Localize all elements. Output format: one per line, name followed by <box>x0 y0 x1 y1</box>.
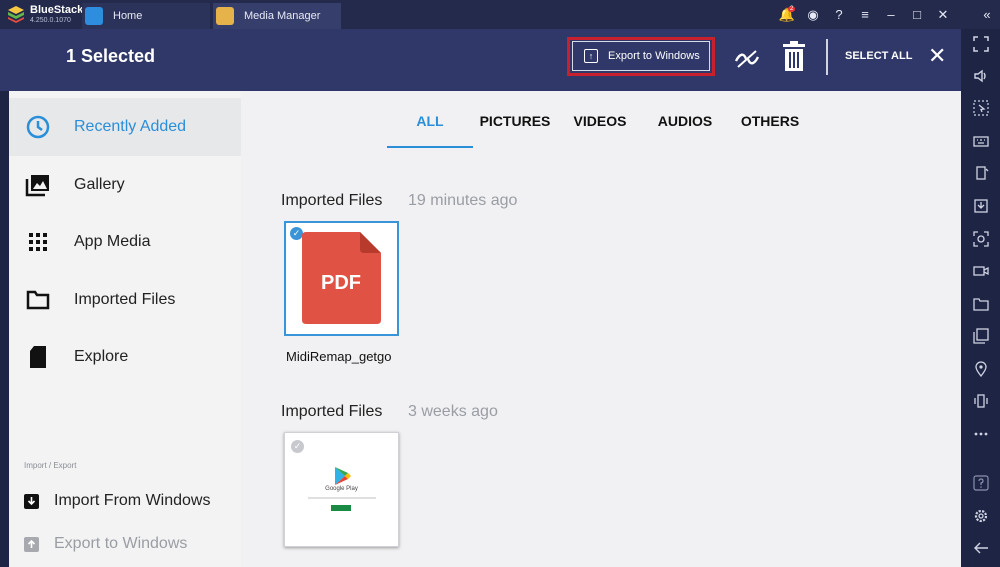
file-thumbnail-pdf[interactable]: ✓ PDF <box>284 221 399 336</box>
fullscreen-icon[interactable] <box>971 34 991 54</box>
install-apk-icon[interactable] <box>971 196 991 216</box>
pdf-file-icon: PDF <box>302 232 381 324</box>
menu-icon[interactable]: ≡ <box>852 0 878 29</box>
help-icon[interactable] <box>971 473 991 493</box>
sidebar-item-label: Recently Added <box>74 118 187 135</box>
collapse-sidebar-icon[interactable]: « <box>974 0 1000 29</box>
google-play-icon <box>335 467 351 485</box>
cursor-icon[interactable] <box>971 98 991 118</box>
file-name: MidiRemap_getgo <box>286 349 392 364</box>
tab-videos[interactable]: VIDEOS <box>567 110 633 148</box>
home-icon <box>85 7 103 25</box>
folder-icon[interactable] <box>971 294 991 314</box>
folder-icon <box>216 7 234 25</box>
right-toolbar <box>961 29 1000 567</box>
file-thumbnail-image[interactable]: ✓ Google Play <box>284 432 399 547</box>
sidebar-item-app-media[interactable]: App Media <box>9 213 241 271</box>
tab-media-manager-label: Media Manager <box>244 10 321 22</box>
tab-home-label: Home <box>113 10 143 22</box>
export-button-label: Export to Windows <box>608 50 700 62</box>
sidebar-item-explore[interactable]: Explore <box>9 328 241 386</box>
notification-badge: 2 <box>788 6 796 12</box>
main-content: ALL PICTURES VIDEOS AUDIOS OTHERS Import… <box>241 91 961 567</box>
folder-icon <box>26 290 50 310</box>
bluestacks-logo <box>8 6 24 23</box>
title-bar: BlueStacks 4.250.0.1070 Home Media Manag… <box>0 0 1000 29</box>
tab-media-manager[interactable]: Media Manager <box>213 3 341 29</box>
pdf-type-label: PDF <box>321 272 361 294</box>
app-version: 4.250.0.1070 <box>30 17 71 24</box>
export-to-windows-button[interactable]: ↑ Export to Windows <box>572 41 710 71</box>
maximize-icon[interactable]: □ <box>904 0 930 29</box>
section-time: 3 weeks ago <box>408 403 498 420</box>
tab-audios[interactable]: AUDIOS <box>652 110 718 148</box>
grid-icon <box>29 233 47 251</box>
gallery-icon <box>25 175 49 197</box>
back-icon[interactable] <box>971 538 991 558</box>
settings-icon[interactable] <box>971 506 991 526</box>
app-name: BlueStacks <box>30 4 90 16</box>
close-icon[interactable]: ✕ <box>930 0 956 29</box>
window-controls: 🔔 2 ◉ ? ≡ – □ ✕ « <box>774 0 1000 29</box>
rotate-icon[interactable] <box>971 163 991 183</box>
export-icon <box>24 536 39 552</box>
selection-count: 1 Selected <box>66 46 156 66</box>
export-to-windows-sidebar-button[interactable]: Export to Windows <box>9 529 241 559</box>
select-all-button[interactable]: SELECT ALL <box>845 50 912 62</box>
sidebar-item-label: Imported Files <box>74 291 176 308</box>
help-icon[interactable]: ? <box>826 0 852 29</box>
import-export-caption: Import / Export <box>24 461 77 470</box>
sidebar-item-label: Gallery <box>74 176 125 193</box>
tab-home[interactable]: Home <box>82 3 210 29</box>
app-header: 1 Selected ↑ Export to Windows SELECT AL… <box>0 29 961 91</box>
sidebar-item-label: Explore <box>74 348 129 365</box>
tab-others[interactable]: OTHERS <box>737 110 803 148</box>
sidebar: Recently Added Gallery App Media Importe… <box>9 91 241 567</box>
checkmark-icon: ✓ <box>291 440 304 453</box>
sidebar-item-recently-added[interactable]: Recently Added <box>9 98 241 156</box>
shake-icon[interactable] <box>971 391 991 411</box>
export-icon: ↑ <box>584 49 598 63</box>
screenshot-icon[interactable] <box>971 229 991 249</box>
sd-card-icon <box>30 346 46 368</box>
import-from-windows-button[interactable]: Import From Windows <box>9 486 241 516</box>
record-icon[interactable] <box>971 261 991 281</box>
tab-pictures[interactable]: PICTURES <box>477 110 553 148</box>
header-divider <box>826 39 828 75</box>
minimize-icon[interactable]: – <box>878 0 904 29</box>
section-title: Imported Files <box>281 403 383 420</box>
section-time: 19 minutes ago <box>408 192 518 209</box>
delete-icon[interactable] <box>781 40 807 72</box>
sidebar-item-imported-files[interactable]: Imported Files <box>9 271 241 329</box>
unlink-icon[interactable] <box>734 47 760 71</box>
keyboard-icon[interactable] <box>971 131 991 151</box>
import-label: Import From Windows <box>54 492 211 509</box>
section-title: Imported Files <box>281 192 383 209</box>
import-icon <box>24 493 39 509</box>
close-selection-button[interactable]: ✕ <box>928 44 946 68</box>
bell-icon[interactable]: 🔔 2 <box>774 0 800 29</box>
multi-instance-icon[interactable] <box>971 326 991 346</box>
volume-icon[interactable] <box>971 66 991 86</box>
export-label: Export to Windows <box>54 535 188 552</box>
preview-text: Google Play <box>325 486 358 492</box>
tab-all[interactable]: ALL <box>387 110 473 148</box>
more-icon[interactable] <box>971 424 991 444</box>
sidebar-item-gallery[interactable]: Gallery <box>9 156 241 214</box>
location-icon[interactable] <box>971 359 991 379</box>
clock-icon <box>26 115 50 139</box>
sidebar-item-label: App Media <box>74 233 151 250</box>
account-icon[interactable]: ◉ <box>800 0 826 29</box>
